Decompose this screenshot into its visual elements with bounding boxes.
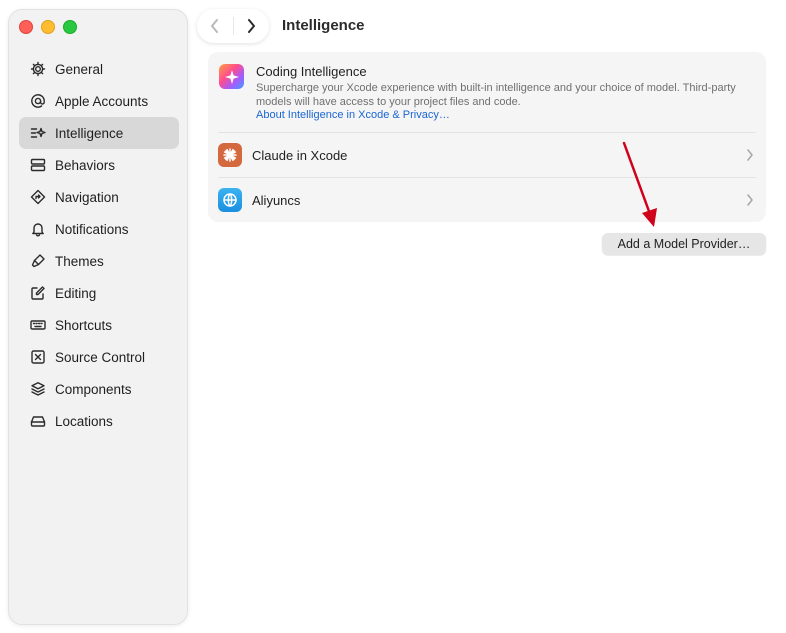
- provider-label: Claude in Xcode: [252, 147, 348, 163]
- claude-icon: [218, 143, 242, 167]
- coding-intelligence-description: Supercharge your Xcode experience with b…: [256, 82, 736, 108]
- forward-button[interactable]: [233, 9, 269, 43]
- sidebar-item-navigation[interactable]: Navigation: [19, 181, 179, 213]
- edit-square-icon: [29, 285, 46, 302]
- keyboard-icon: [29, 317, 46, 334]
- globe-icon: [218, 188, 242, 212]
- chevron-right-icon: [248, 19, 256, 33]
- sidebar-item-intelligence[interactable]: Intelligence: [19, 117, 179, 149]
- sidebar-nav: General Apple Accounts Intelligence Beha…: [19, 53, 179, 437]
- provider-label: Aliyuncs: [252, 192, 301, 208]
- zoom-button[interactable]: [63, 20, 77, 34]
- sidebar-item-label: Apple Accounts: [55, 93, 149, 109]
- navigation-diamond-icon: [29, 189, 46, 206]
- intelligence-card: Coding Intelligence Supercharge your Xco…: [208, 52, 766, 222]
- source-control-icon: [29, 349, 46, 366]
- drive-icon: [29, 413, 46, 430]
- chevron-right-icon: [746, 193, 754, 207]
- sidebar-item-label: Intelligence: [55, 125, 124, 141]
- sidebar-item-label: General: [55, 61, 104, 77]
- window-controls: [19, 20, 77, 34]
- provider-row-aliyuncs[interactable]: Aliyuncs: [208, 178, 766, 222]
- sidebar-item-shortcuts[interactable]: Shortcuts: [19, 309, 179, 341]
- sidebar-item-themes[interactable]: Themes: [19, 245, 179, 277]
- privacy-link[interactable]: About Intelligence in Xcode & Privacy…: [256, 109, 450, 121]
- chevron-right-icon: [746, 148, 754, 162]
- sidebar-item-label: Behaviors: [55, 157, 116, 173]
- sidebar-item-behaviors[interactable]: Behaviors: [19, 149, 179, 181]
- sidebar-item-apple-accounts[interactable]: Apple Accounts: [19, 85, 179, 117]
- sidebar-item-label: Components: [55, 381, 132, 397]
- sidebar-item-label: Editing: [55, 285, 97, 301]
- sidebar-item-label: Navigation: [55, 189, 119, 205]
- back-button[interactable]: [197, 9, 233, 43]
- sidebar-item-label: Themes: [55, 253, 104, 269]
- coding-intelligence-title: Coding Intelligence: [256, 64, 367, 79]
- sidebar: General Apple Accounts Intelligence Beha…: [8, 9, 188, 625]
- at-icon: [29, 93, 46, 110]
- sidebar-item-components[interactable]: Components: [19, 373, 179, 405]
- history-nav: [197, 9, 269, 43]
- sparkle-icon: [219, 64, 244, 89]
- minimize-button[interactable]: [41, 20, 55, 34]
- sidebar-item-locations[interactable]: Locations: [19, 405, 179, 437]
- page-title: Intelligence: [282, 17, 365, 34]
- behaviors-icon: [29, 157, 46, 174]
- chevron-left-icon: [210, 19, 218, 33]
- close-button[interactable]: [19, 20, 33, 34]
- sidebar-item-label: Source Control: [55, 349, 146, 365]
- sidebar-item-general[interactable]: General: [19, 53, 179, 85]
- sidebar-item-notifications[interactable]: Notifications: [19, 213, 179, 245]
- sidebar-item-editing[interactable]: Editing: [19, 277, 179, 309]
- sparkle-lines-icon: [29, 125, 46, 142]
- sidebar-item-label: Locations: [55, 413, 113, 429]
- stack-icon: [29, 381, 46, 398]
- sidebar-item-label: Shortcuts: [55, 317, 113, 333]
- sidebar-item-source-control[interactable]: Source Control: [19, 341, 179, 373]
- gear-icon: [29, 61, 46, 78]
- provider-row-claude[interactable]: Claude in Xcode: [208, 133, 766, 177]
- add-model-provider-button[interactable]: Add a Model Provider…: [602, 233, 766, 255]
- sidebar-item-label: Notifications: [55, 221, 129, 237]
- bell-icon: [29, 221, 46, 238]
- paintbrush-icon: [29, 253, 46, 270]
